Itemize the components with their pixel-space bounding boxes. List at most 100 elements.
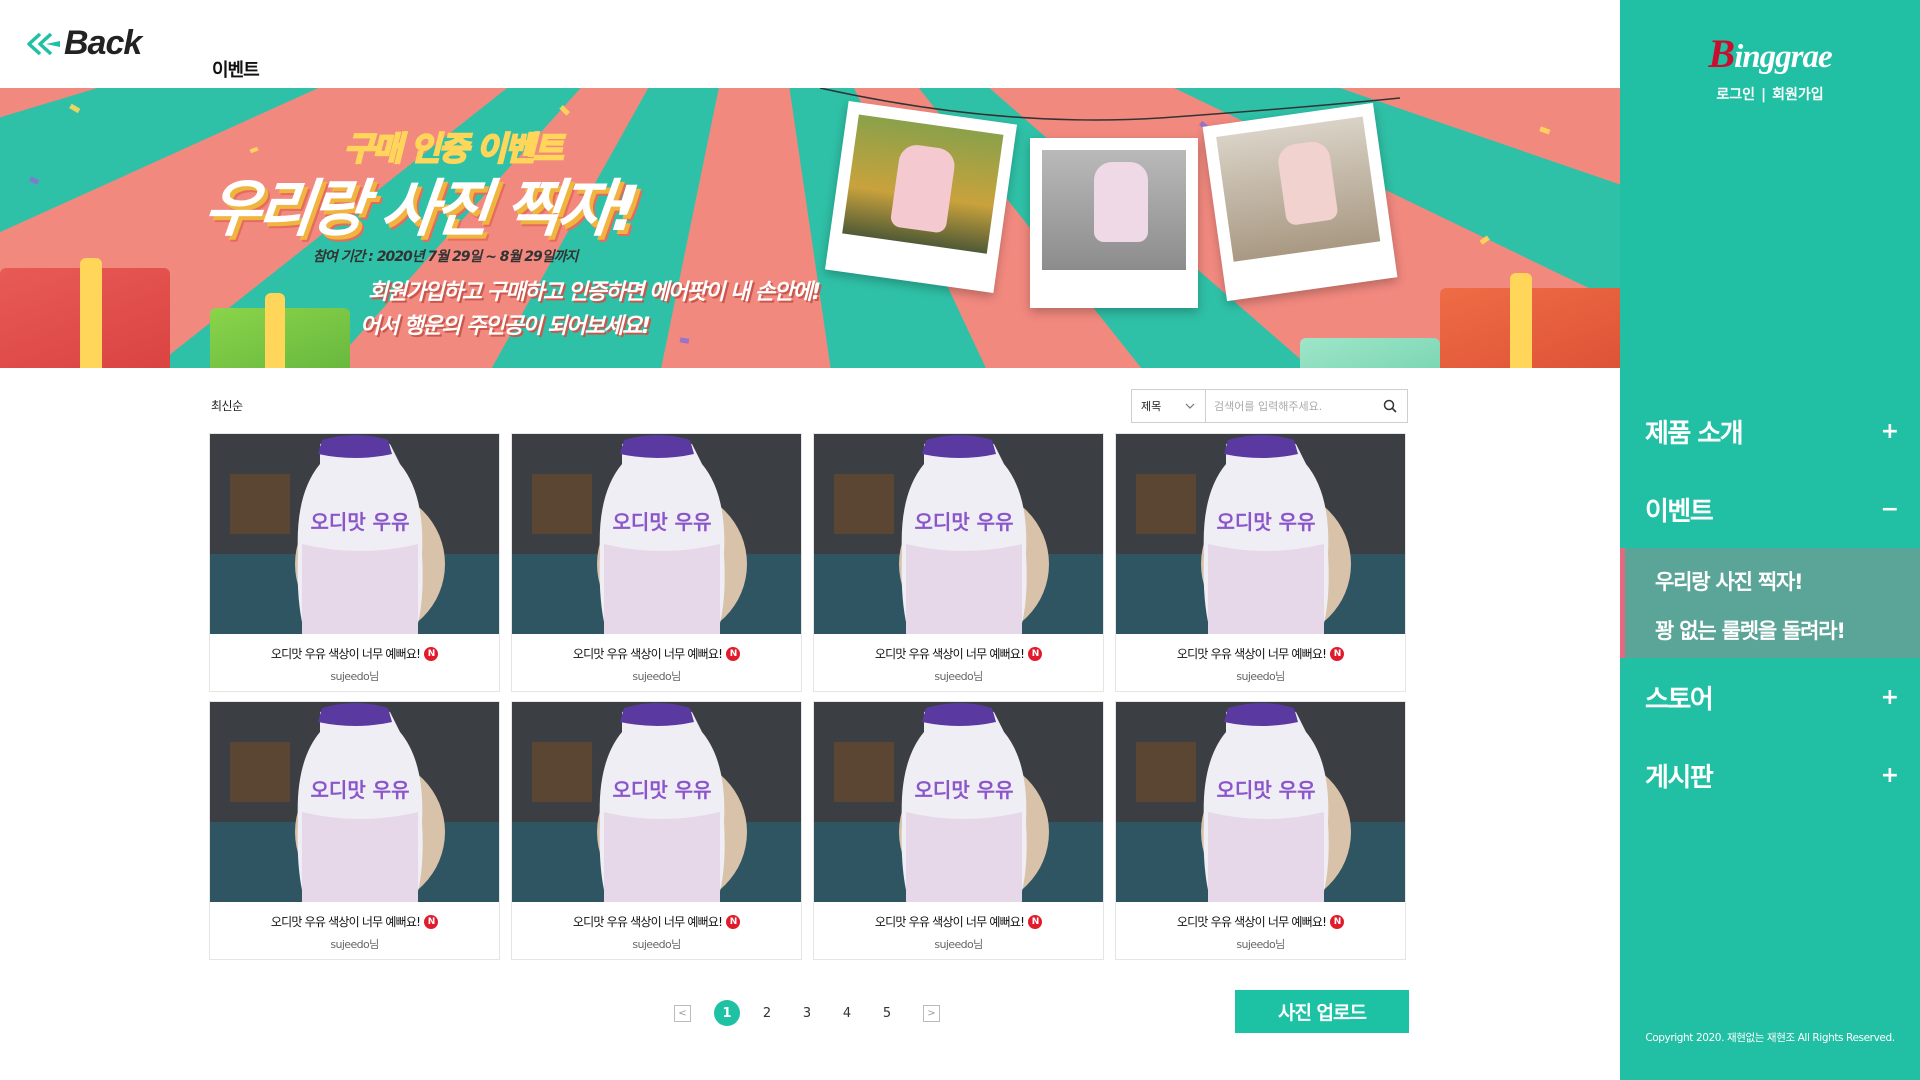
banner-period: 참여 기간 : 2020년 7월 29일 ~ 8월 29일까지 (313, 249, 578, 265)
card-author: sujeedo님 (632, 938, 681, 951)
card-title: 오디맛 우유 색상이 너무 예뻐요! N (572, 645, 741, 662)
new-badge-icon: N (424, 646, 439, 661)
submenu-item-roulette-event[interactable]: 꽝 없는 룰렛을 돌려라! (1625, 605, 1920, 654)
milk-bottle-photo: 오디맛 우유 (210, 434, 499, 634)
card-author: sujeedo님 (1236, 670, 1285, 683)
card-photo: 오디맛 우유 (512, 702, 801, 902)
photo-card[interactable]: 오디맛 우유 오디맛 우유 색상이 너무 예뻐요! N sujeedo님 (813, 701, 1104, 960)
gift-box-mint (1300, 338, 1440, 368)
signup-link[interactable]: 회원가입 (1772, 87, 1824, 103)
event-banner[interactable]: 구매 인증 이벤트 우리랑 사진 찍자! 참여 기간 : 2020년 7월 29… (0, 88, 1620, 368)
back-button[interactable]: Back (26, 24, 142, 63)
sidebar-nav: 제품 소개 + 이벤트 − 우리랑 사진 찍자! 꽝 없는 룰렛을 돌려라! 스… (1620, 392, 1920, 814)
pagination: < 1 2 3 4 5 > (674, 1000, 940, 1026)
product-label: 오디맛 우유 (613, 510, 712, 534)
plus-icon: + (1880, 418, 1899, 444)
search-type-select[interactable]: 제목 (1132, 390, 1206, 422)
page-5[interactable]: 5 (874, 1000, 900, 1026)
banner-title: 우리랑 사진 찍자! (200, 172, 639, 245)
card-title: 오디맛 우유 색상이 너무 예뻐요! N (1176, 645, 1345, 662)
gift-ribbon (265, 293, 285, 368)
new-badge-icon: N (1028, 646, 1043, 661)
auth-separator: | (1760, 87, 1767, 103)
photo-card[interactable]: 오디맛 우유 오디맛 우유 색상이 너무 예뻐요! N sujeedo님 (1115, 701, 1406, 960)
new-badge-icon: N (726, 646, 741, 661)
photo-card[interactable]: 오디맛 우유 오디맛 우유 색상이 너무 예뻐요! N sujeedo님 (511, 433, 802, 692)
new-badge-icon: N (726, 914, 741, 929)
card-title: 오디맛 우유 색상이 너무 예뻐요! N (875, 645, 1043, 662)
new-badge-icon: N (1330, 914, 1345, 929)
card-photo: 오디맛 우유 (210, 702, 499, 902)
logo-initial: B (1708, 31, 1735, 76)
search-icon (1383, 399, 1397, 413)
photo-card[interactable]: 오디맛 우유 오디맛 우유 색상이 너무 예뻐요! N sujeedo님 (1115, 433, 1406, 692)
card-author: sujeedo님 (1236, 938, 1285, 951)
card-author: sujeedo님 (934, 670, 983, 683)
page-1[interactable]: 1 (714, 1000, 740, 1026)
photo-card[interactable]: 오디맛 우유 오디맛 우유 색상이 너무 예뻐요! N sujeedo님 (209, 701, 500, 960)
card-title-text: 오디맛 우유 색상이 너무 예뻐요! (1176, 915, 1327, 929)
product-label: 오디맛 우유 (311, 778, 410, 802)
logo-text: inggrae (1734, 39, 1833, 75)
card-author: sujeedo님 (934, 938, 983, 951)
minus-icon: − (1880, 496, 1899, 522)
binggrae-logo[interactable]: Binggrae (1620, 30, 1920, 77)
nav-label: 스토어 (1645, 684, 1714, 715)
search-button[interactable] (1373, 390, 1407, 422)
nav-label: 게시판 (1645, 762, 1714, 793)
card-author: sujeedo님 (330, 938, 379, 951)
sort-label[interactable]: 최신순 (211, 397, 243, 414)
photo-upload-button[interactable]: 사진 업로드 (1235, 990, 1409, 1033)
chevron-down-icon (1185, 403, 1195, 409)
submenu-item-photo-event[interactable]: 우리랑 사진 찍자! (1625, 556, 1920, 605)
card-title-text: 오디맛 우유 색상이 너무 예뻐요! (572, 647, 723, 661)
card-title: 오디맛 우유 색상이 너무 예뻐요! N (270, 645, 439, 662)
search-type-value: 제목 (1141, 400, 1162, 413)
product-label: 오디맛 우유 (915, 778, 1014, 802)
nav-item-board[interactable]: 게시판 + (1620, 736, 1920, 814)
polaroid-photo (1030, 138, 1198, 308)
milk-bottle-photo: 오디맛 우유 (1116, 434, 1405, 634)
milk-bottle-photo: 오디맛 우유 (512, 702, 801, 902)
page-3[interactable]: 3 (794, 1000, 820, 1026)
polaroid-photo (1202, 102, 1398, 302)
card-title: 오디맛 우유 색상이 너무 예뻐요! N (1176, 913, 1345, 930)
login-link[interactable]: 로그인 (1716, 87, 1755, 103)
double-chevron-left-icon (27, 32, 60, 55)
gift-ribbon (1510, 273, 1532, 368)
nav-item-events[interactable]: 이벤트 − (1620, 470, 1920, 548)
card-title-text: 오디맛 우유 색상이 너무 예뻐요! (1176, 647, 1327, 661)
page-2[interactable]: 2 (754, 1000, 780, 1026)
card-author: sujeedo님 (330, 670, 379, 683)
photo-card[interactable]: 오디맛 우유 오디맛 우유 색상이 너무 예뻐요! N sujeedo님 (511, 701, 802, 960)
card-title-text: 오디맛 우유 색상이 너무 예뻐요! (270, 647, 421, 661)
nav-item-store[interactable]: 스토어 + (1620, 658, 1920, 736)
next-page-button[interactable]: > (923, 1004, 940, 1022)
card-title: 오디맛 우유 색상이 너무 예뻐요! N (572, 913, 741, 930)
nav-label: 이벤트 (1645, 496, 1714, 527)
photo-grid: 오디맛 우유 오디맛 우유 색상이 너무 예뻐요! N sujeedo님 오디맛… (209, 433, 1409, 960)
auth-links: 로그인 | 회원가입 (1620, 84, 1920, 104)
new-badge-icon: N (1028, 914, 1043, 929)
back-label: Back (64, 24, 142, 62)
events-submenu: 우리랑 사진 찍자! 꽝 없는 룰렛을 돌려라! (1620, 548, 1920, 658)
page-4[interactable]: 4 (834, 1000, 860, 1026)
card-title-text: 오디맛 우유 색상이 너무 예뻐요! (572, 915, 723, 929)
photo-card[interactable]: 오디맛 우유 오디맛 우유 색상이 너무 예뻐요! N sujeedo님 (813, 433, 1104, 692)
card-title: 오디맛 우유 색상이 너무 예뻐요! N (270, 913, 439, 930)
photo-card[interactable]: 오디맛 우유 오디맛 우유 색상이 너무 예뻐요! N sujeedo님 (209, 433, 500, 692)
milk-bottle-photo: 오디맛 우유 (814, 702, 1103, 902)
search-bar: 제목 (1131, 389, 1408, 423)
milk-bottle-photo: 오디맛 우유 (1116, 702, 1405, 902)
milk-bottle-photo: 오디맛 우유 (210, 702, 499, 902)
prev-page-button[interactable]: < (674, 1004, 691, 1022)
page-title: 이벤트 (212, 60, 260, 81)
card-photo: 오디맛 우유 (210, 434, 499, 634)
card-photo: 오디맛 우유 (814, 702, 1103, 902)
search-input[interactable] (1206, 390, 1373, 422)
card-title-text: 오디맛 우유 색상이 너무 예뻐요! (270, 915, 421, 929)
product-label: 오디맛 우유 (613, 778, 712, 802)
nav-item-products[interactable]: 제품 소개 + (1620, 392, 1920, 470)
milk-bottle-photo: 오디맛 우유 (512, 434, 801, 634)
copyright: Copyright 2020. 재현없는 재현조 All Rights Rese… (1645, 1032, 1895, 1044)
